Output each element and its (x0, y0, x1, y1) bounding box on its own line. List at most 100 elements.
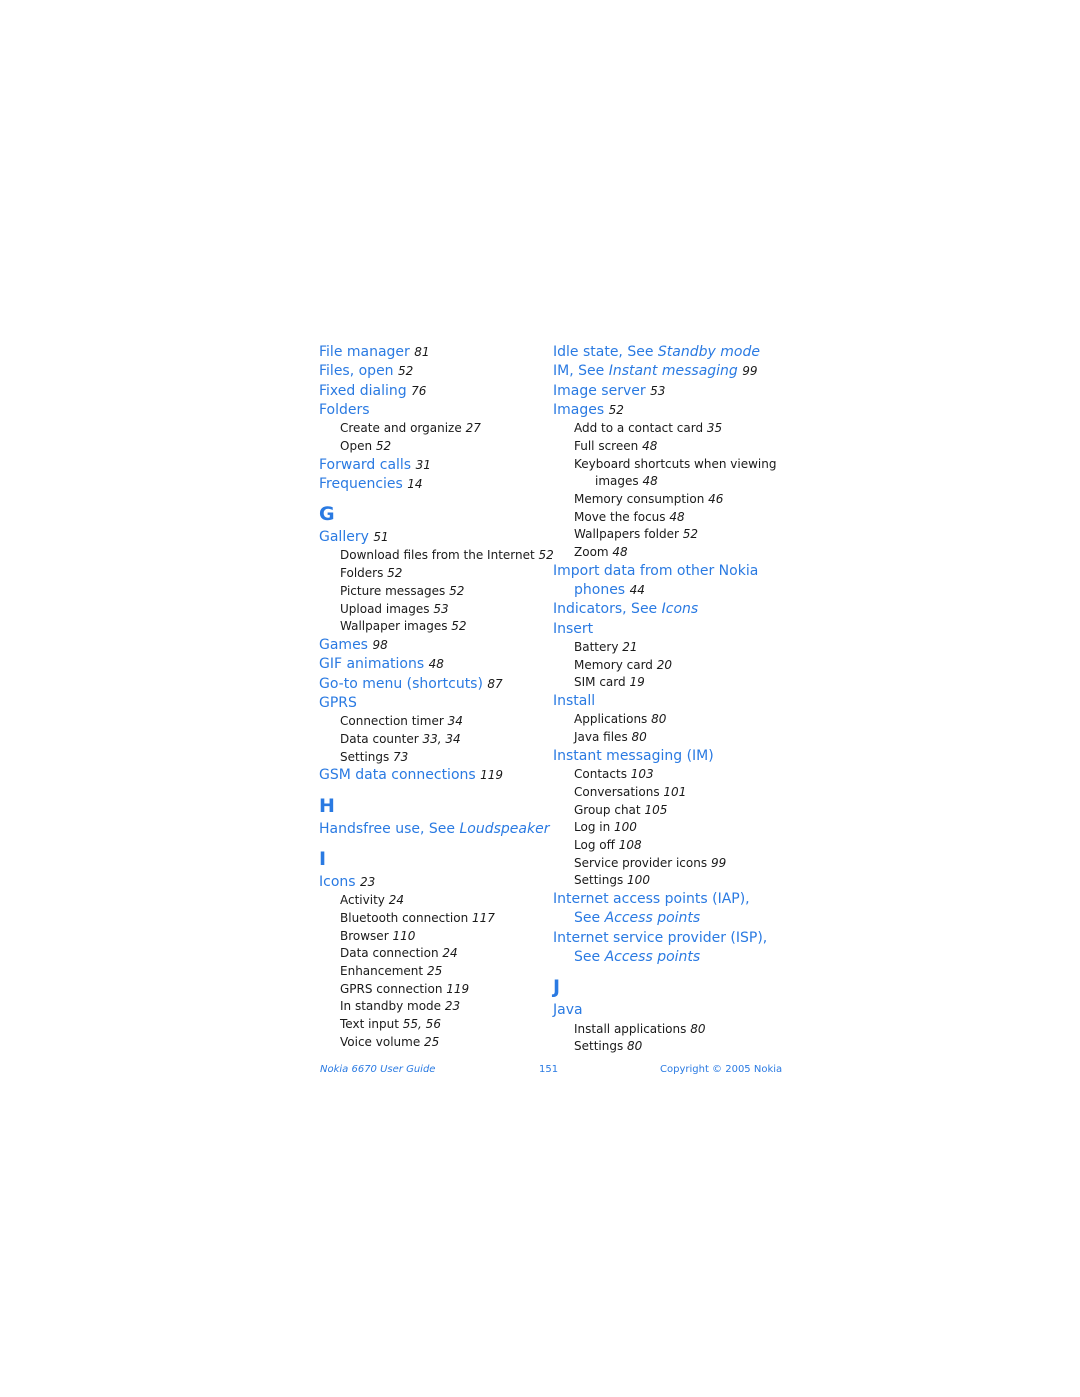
page-reference[interactable]: 48 (612, 545, 627, 559)
index-subentry: Wallpapers folder 52 (553, 526, 793, 544)
index-entry[interactable]: Fixed dialing 76 (319, 382, 549, 401)
page-reference[interactable]: 80 (690, 1022, 705, 1036)
page-reference[interactable]: 117 (472, 911, 495, 925)
page-reference[interactable]: 101 (663, 785, 686, 799)
page-reference[interactable]: 35 (707, 421, 722, 435)
page-reference[interactable]: 52 (449, 584, 464, 598)
index-entry[interactable]: Install (553, 692, 793, 711)
index-entry[interactable]: Java (553, 1001, 793, 1020)
index-subentry: Wallpaper images 52 (319, 618, 549, 636)
page-reference[interactable]: 46 (708, 492, 723, 506)
index-entry[interactable]: Instant messaging (IM) (553, 747, 793, 766)
page-reference[interactable]: 19 (629, 675, 644, 689)
entry-term: Forward calls (319, 456, 412, 473)
index-subentry: Memory consumption 46 (553, 491, 793, 509)
page-reference[interactable]: 48 (642, 439, 657, 453)
page-reference[interactable]: 31 (416, 458, 431, 472)
page-reference[interactable]: 25 (424, 1035, 439, 1049)
page-reference[interactable]: 24 (442, 946, 457, 960)
page-reference[interactable]: 100 (627, 873, 650, 887)
see-reference[interactable]: Icons (662, 601, 699, 617)
page-reference[interactable]: 21 (622, 640, 637, 654)
index-entry[interactable]: Gallery 51 (319, 528, 549, 547)
page-reference[interactable]: 51 (373, 530, 388, 544)
section-letter: H (319, 794, 335, 817)
page-reference[interactable]: 52 (539, 548, 554, 562)
see-reference[interactable]: Access points (605, 910, 701, 926)
page-reference[interactable]: 80 (651, 712, 666, 726)
page-reference[interactable]: 34 (448, 714, 463, 728)
index-entry[interactable]: Icons 23 (319, 873, 549, 892)
page-reference[interactable]: 98 (372, 638, 387, 652)
page-reference[interactable]: 48 (429, 657, 444, 671)
page-reference[interactable]: 23 (360, 875, 375, 889)
page-reference[interactable]: 44 (630, 583, 645, 597)
page-reference[interactable]: 24 (389, 893, 404, 907)
index-entry[interactable]: Files, open 52 (319, 362, 549, 381)
entry-term: Memory consumption (574, 492, 705, 506)
page-reference[interactable]: 52 (398, 364, 413, 378)
page-reference[interactable]: 23 (445, 999, 460, 1013)
entry-term: Go-to menu (shortcuts) (319, 675, 483, 692)
index-entry[interactable]: Forward calls 31 (319, 456, 549, 475)
index-entry[interactable]: Image server 53 (553, 382, 793, 401)
page-reference[interactable]: 81 (414, 345, 429, 359)
page-reference[interactable]: 52 (683, 527, 698, 541)
index-entry[interactable]: Go-to menu (shortcuts) 87 (319, 675, 549, 694)
index-subentry: In standby mode 23 (319, 998, 549, 1016)
page-reference[interactable]: 80 (627, 1039, 642, 1053)
index-entry[interactable]: Frequencies 14 (319, 475, 549, 494)
page-reference[interactable]: 53 (650, 384, 665, 398)
index-entry[interactable]: Insert (553, 620, 793, 639)
index-entry[interactable]: Idle state, See Standby mode (553, 343, 793, 362)
index-entry[interactable]: GPRS (319, 694, 549, 713)
page-reference[interactable]: 103 (631, 767, 654, 781)
index-entry[interactable]: GIF animations 48 (319, 655, 549, 674)
index-entry[interactable]: Handsfree use, See Loudspeaker (319, 820, 549, 839)
page-reference[interactable]: 52 (376, 439, 391, 453)
page-reference[interactable]: 87 (487, 677, 502, 691)
page-reference[interactable]: 52 (387, 566, 402, 580)
page-reference[interactable]: 80 (632, 730, 647, 744)
index-entry[interactable]: Games 98 (319, 636, 549, 655)
page-reference[interactable]: 33, 34 (422, 732, 460, 746)
page-reference[interactable]: 52 (609, 403, 624, 417)
see-reference[interactable]: Access points (605, 949, 701, 965)
entry-term: Internet access points (IAP), (553, 891, 750, 908)
page-reference[interactable]: 55, 56 (403, 1017, 441, 1031)
page-reference[interactable]: 53 (433, 602, 448, 616)
index-entry[interactable]: Internet access points (IAP), See Access … (553, 890, 793, 929)
index-entry[interactable]: Images 52 (553, 401, 793, 420)
page-reference[interactable]: 27 (466, 421, 481, 435)
page-reference[interactable]: 20 (657, 658, 672, 672)
see-reference[interactable]: Instant messaging (609, 363, 738, 379)
page-reference[interactable]: 105 (644, 803, 667, 817)
page-reference[interactable]: 52 (451, 619, 466, 633)
index-subentry: Connection timer 34 (319, 713, 549, 731)
index-entry[interactable]: Indicators, See Icons (553, 600, 793, 619)
page-reference[interactable]: 110 (392, 929, 415, 943)
see-reference[interactable]: Loudspeaker (459, 821, 549, 837)
index-entry[interactable]: IM, See Instant messaging 99 (553, 362, 793, 381)
see-reference[interactable]: Standby mode (658, 344, 760, 360)
page-reference[interactable]: 25 (427, 964, 442, 978)
page-reference[interactable]: 76 (411, 384, 426, 398)
index-entry[interactable]: Import data from other Nokia phones 44 (553, 562, 793, 601)
page-reference[interactable]: 99 (711, 856, 726, 870)
index-subentry: GPRS connection 119 (319, 981, 549, 999)
page-reference[interactable]: 73 (393, 750, 408, 764)
index-column-left: File manager 81 Files, open 52 Fixed diali… (319, 343, 554, 1052)
index-entry[interactable]: Folders (319, 401, 549, 420)
index-entry[interactable]: GSM data connections 119 (319, 766, 549, 785)
page-reference[interactable]: 100 (614, 820, 637, 834)
index-subentry: Settings 73 (319, 749, 549, 767)
page-reference[interactable]: 119 (446, 982, 469, 996)
page-reference[interactable]: 14 (407, 477, 422, 491)
index-entry[interactable]: Internet service provider (ISP), See Acce… (553, 929, 793, 968)
page-reference[interactable]: 48 (669, 510, 684, 524)
page-reference[interactable]: 119 (480, 768, 503, 782)
page-reference[interactable]: 108 (619, 838, 642, 852)
page-reference[interactable]: 99 (742, 364, 757, 378)
page-reference[interactable]: 48 (642, 474, 657, 488)
index-entry[interactable]: File manager 81 (319, 343, 549, 362)
